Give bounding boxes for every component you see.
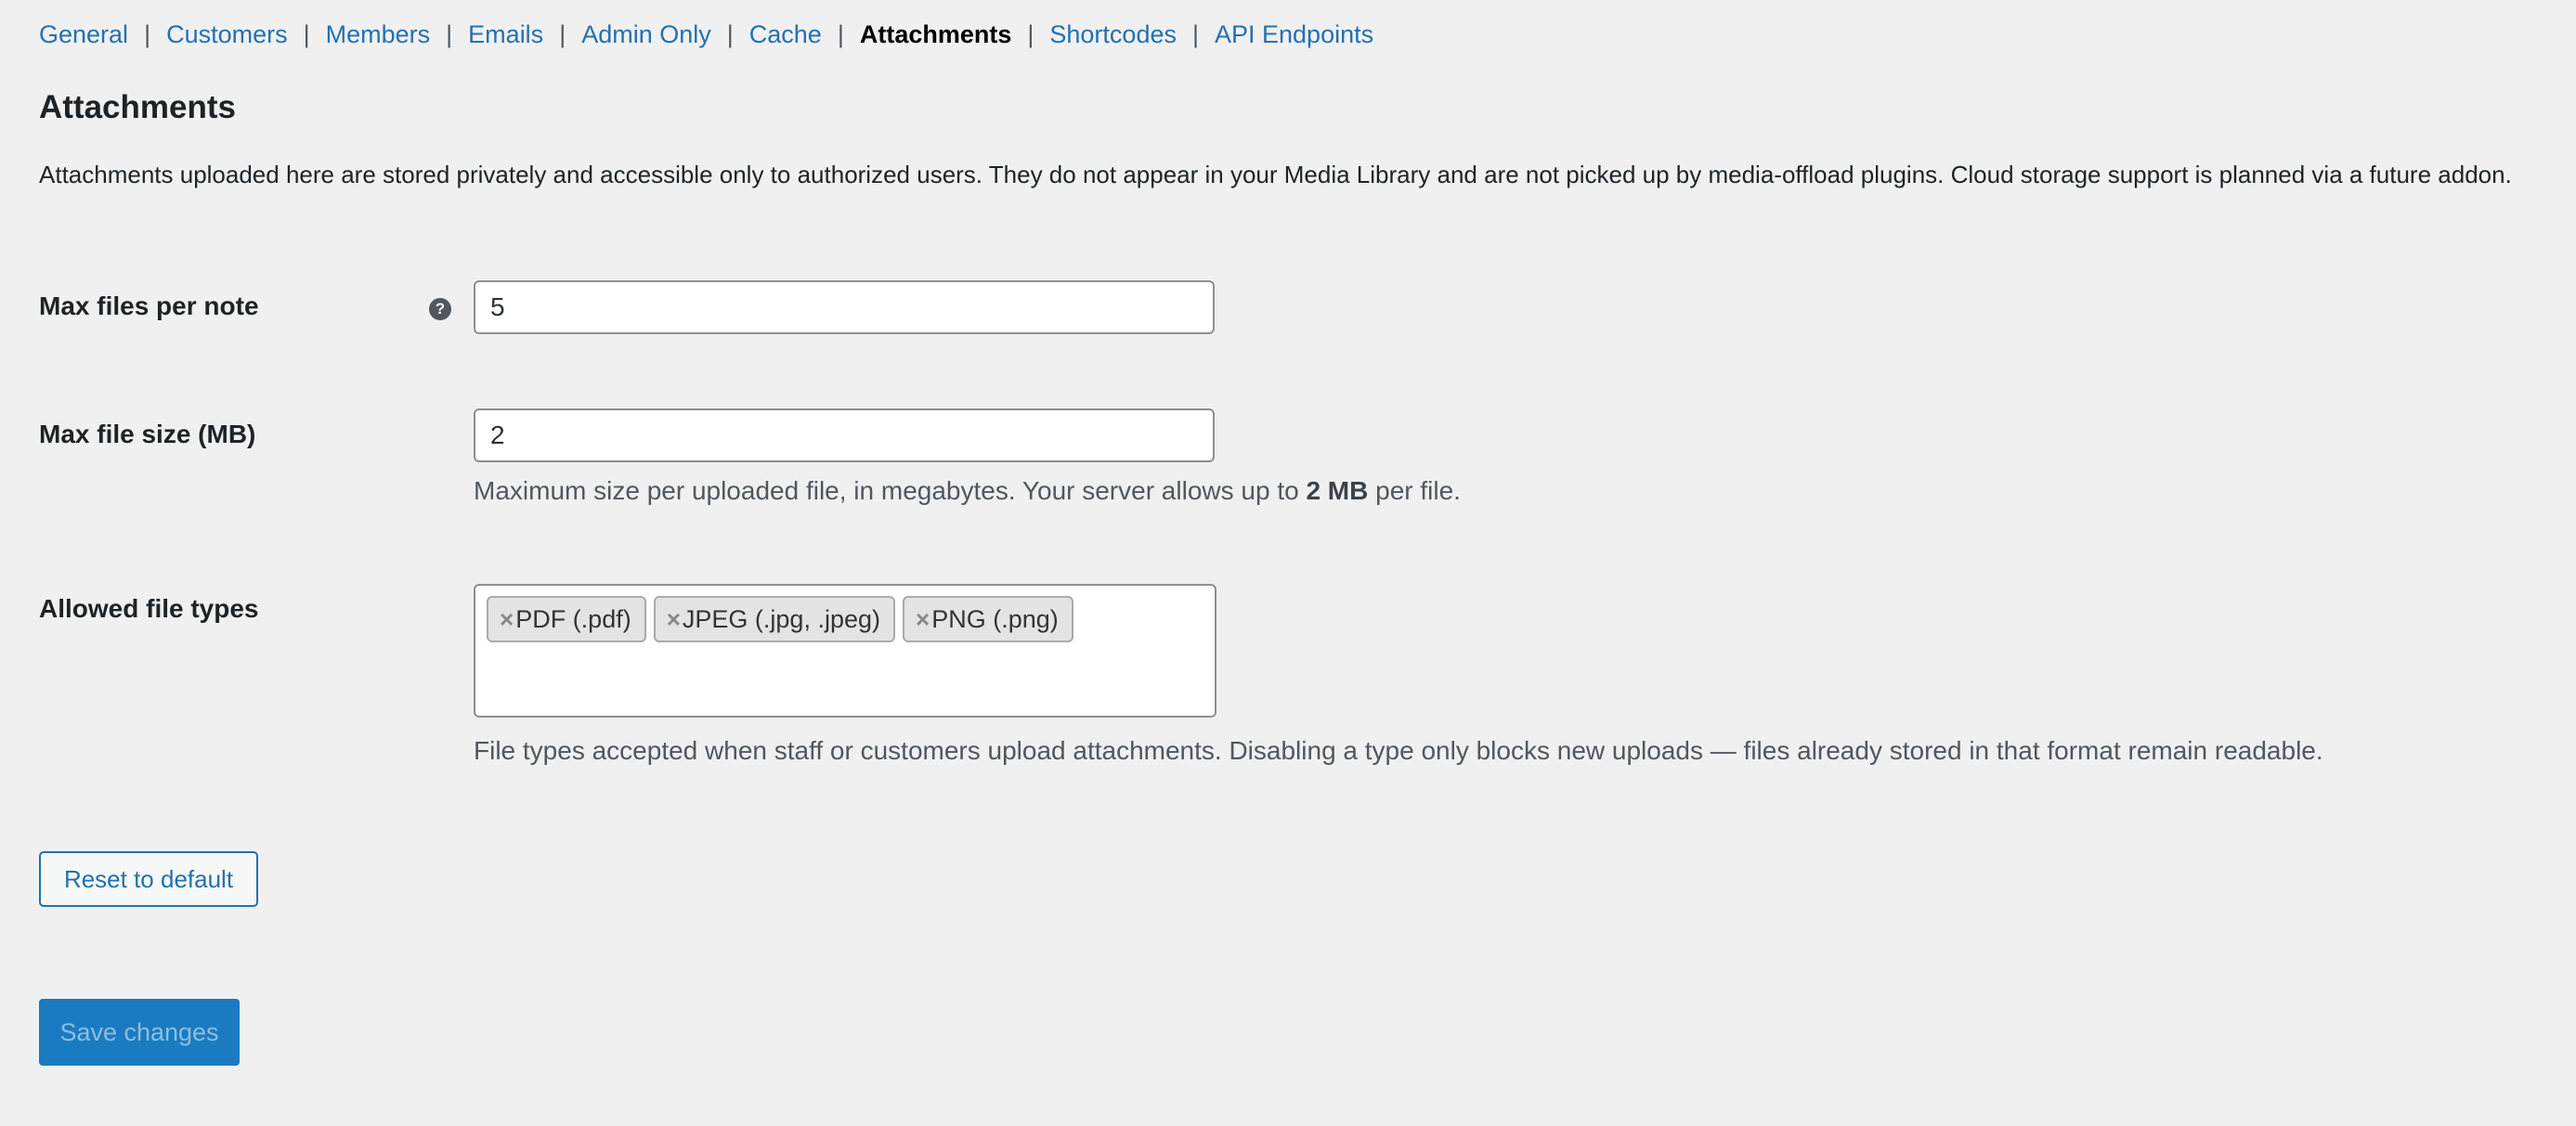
section-title: Attachments xyxy=(39,89,236,125)
file-type-chip-pdf: ×PDF (.pdf) xyxy=(487,596,646,642)
max-file-size-desc-suffix: per file. xyxy=(1368,476,1461,505)
settings-page: General | Customers | Members | Emails | Admin O… xyxy=(0,0,2576,1126)
tab-shortcodes[interactable]: Shortcodes xyxy=(1049,20,1177,48)
tab-separator: | xyxy=(303,20,310,48)
settings-tabs: General | Customers | Members | Emails | Admin O… xyxy=(39,20,1373,49)
allowed-file-types-label: Allowed file types xyxy=(39,594,259,623)
tab-separator: | xyxy=(144,20,151,48)
tab-separator: | xyxy=(446,20,453,48)
server-limit-value: 2 MB xyxy=(1306,476,1369,505)
file-types-select[interactable]: ×PDF (.pdf) ×JPEG (.jpg, .jpeg) ×PNG (.png… xyxy=(474,584,1216,718)
tab-separator: | xyxy=(1027,20,1034,48)
remove-chip-icon[interactable]: × xyxy=(667,605,681,633)
question-icon[interactable]: ? xyxy=(429,298,451,320)
tab-separator: | xyxy=(1191,20,1199,48)
max-file-size-desc-text: Maximum size per uploaded file, in megab… xyxy=(474,476,1307,505)
tab-emails[interactable]: Emails xyxy=(468,20,543,48)
tab-admin-only[interactable]: Admin Only xyxy=(581,20,711,48)
max-files-label: Max files per note xyxy=(39,291,259,320)
file-type-chip-png: ×PNG (.png) xyxy=(903,596,1073,642)
chip-label: JPEG (.jpg, .jpeg) xyxy=(682,605,880,633)
tab-attachments: Attachments xyxy=(859,20,1012,48)
tab-general[interactable]: General xyxy=(39,20,128,48)
max-file-size-label: Max file size (MB) xyxy=(39,420,256,448)
save-changes-button[interactable]: Save changes xyxy=(39,999,240,1066)
tab-separator: | xyxy=(726,20,734,48)
tab-separator: | xyxy=(837,20,844,48)
remove-chip-icon[interactable]: × xyxy=(916,605,930,633)
remove-chip-icon[interactable]: × xyxy=(500,605,514,633)
tab-members[interactable]: Members xyxy=(326,20,431,48)
section-description: Attachments uploaded here are stored pri… xyxy=(39,161,2512,188)
chip-label: PNG (.png) xyxy=(931,605,1059,633)
tab-api-endpoints[interactable]: API Endpoints xyxy=(1215,20,1373,48)
file-types-description: File types accepted when staff or custom… xyxy=(474,736,2323,765)
reset-to-default-button[interactable]: Reset to default xyxy=(39,851,258,907)
file-type-chip-jpeg: ×JPEG (.jpg, .jpeg) xyxy=(653,596,895,642)
tab-customers[interactable]: Customers xyxy=(166,20,288,48)
tab-cache[interactable]: Cache xyxy=(749,20,822,48)
max-file-size-input[interactable] xyxy=(474,408,1215,462)
tab-separator: | xyxy=(559,20,566,48)
max-file-size-description: Maximum size per uploaded file, in megab… xyxy=(474,476,1461,506)
chip-label: PDF (.pdf) xyxy=(515,605,631,633)
max-files-input[interactable] xyxy=(474,280,1215,334)
